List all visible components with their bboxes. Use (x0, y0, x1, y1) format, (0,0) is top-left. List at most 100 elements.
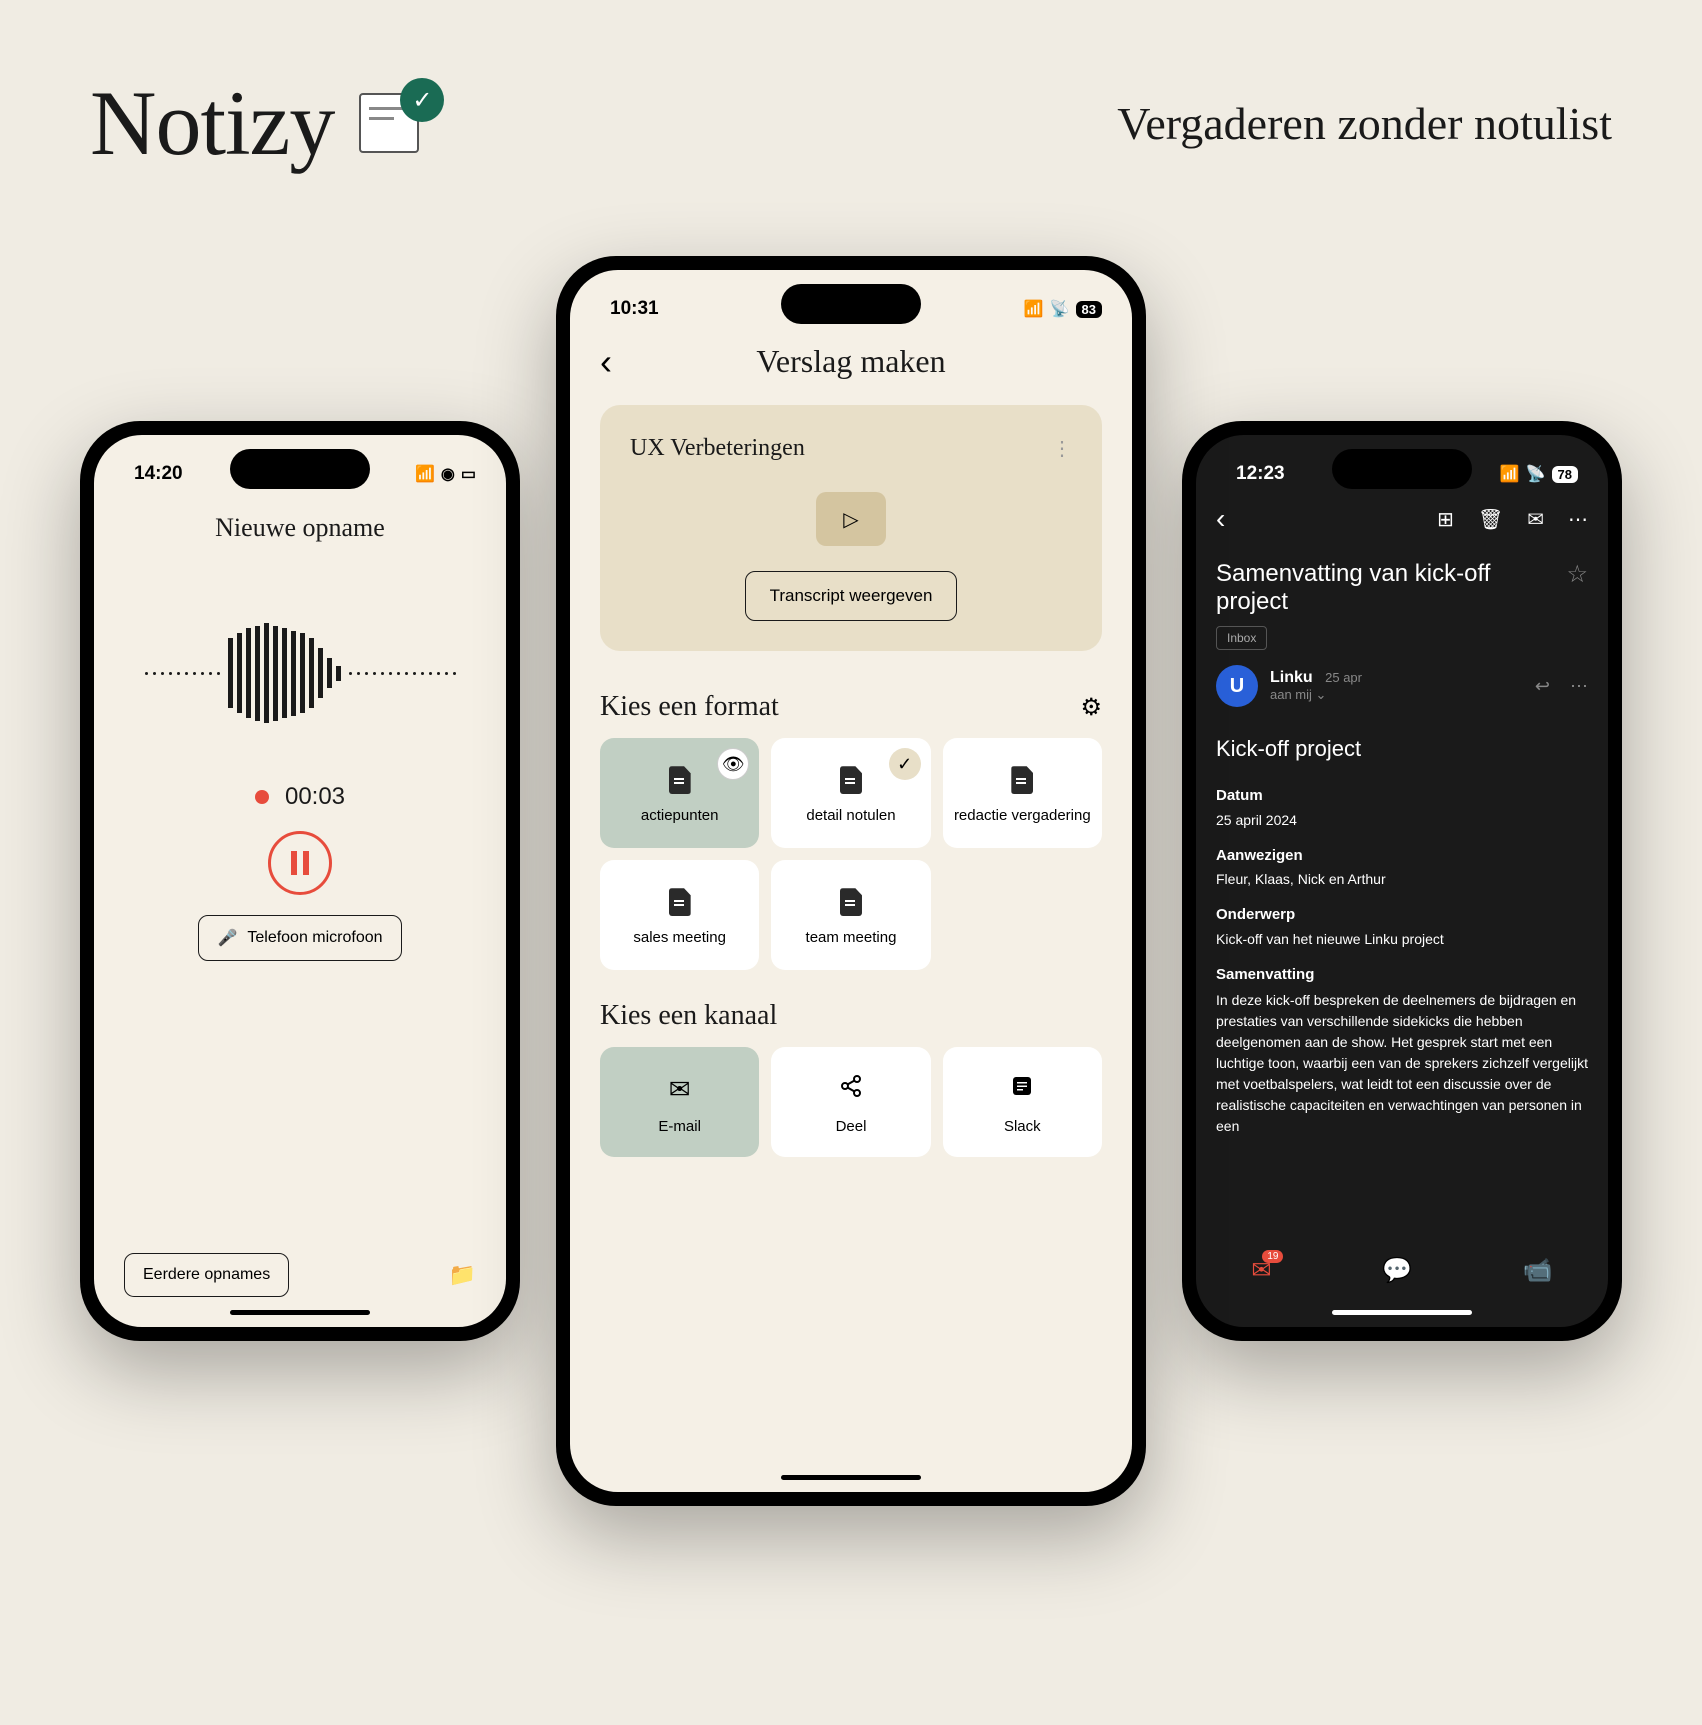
pause-icon (291, 851, 309, 875)
sender-name: Linku (1270, 669, 1313, 686)
summary-label: Samenvatting (1216, 964, 1588, 987)
document-icon (669, 888, 691, 916)
brand-logo-icon: ✓ (354, 78, 444, 168)
status-time: 10:31 (610, 298, 659, 320)
more-icon[interactable]: ⋯ (1568, 507, 1588, 532)
battery-icon: 78 (1552, 466, 1578, 483)
channel-section-title: Kies een kanaal (600, 1000, 777, 1032)
recording-title: UX Verbeteringen (630, 435, 805, 462)
waveform-visualization (94, 563, 506, 763)
play-button[interactable]: ▷ (816, 492, 886, 546)
chevron-down-icon[interactable]: ⌄ (1316, 687, 1327, 702)
slack-icon (1010, 1074, 1034, 1105)
folder-icon[interactable]: 📁 (449, 1262, 476, 1288)
star-icon[interactable]: ☆ (1566, 560, 1588, 589)
more-options-icon[interactable]: ⋮ (1052, 436, 1072, 461)
wifi-icon: ◉ (441, 464, 455, 484)
signal-icon: 📶 (415, 464, 435, 484)
show-transcript-button[interactable]: Transcript weergeven (745, 571, 958, 621)
format-card-detail-notulen[interactable]: ✓ detail notulen (771, 738, 930, 848)
screen-title: Verslag maken (600, 343, 1102, 380)
reply-icon[interactable]: ↩ (1535, 676, 1550, 697)
home-indicator[interactable] (1332, 1310, 1472, 1315)
mic-icon: 🎤 (217, 928, 237, 948)
phone-mockup-email: 12:23 📶 📡 78 ‹ ⊞ 🗑 ✉ ⋯ Samenvatting van … (1182, 421, 1622, 1341)
mic-label: Telefoon microfoon (247, 929, 382, 947)
status-icons: 📶 📡 83 (1024, 299, 1102, 319)
nav-chat-icon[interactable]: 💬 (1382, 1256, 1412, 1285)
home-indicator[interactable] (230, 1310, 370, 1315)
document-icon (1011, 766, 1033, 794)
nav-badge: 19 (1262, 1250, 1283, 1263)
format-label: detail notulen (806, 806, 895, 826)
document-icon (669, 766, 691, 794)
microphone-select-button[interactable]: 🎤 Telefoon microfoon (198, 915, 401, 961)
brand: Notizy ✓ (90, 70, 444, 176)
mail-icon: ✉ (669, 1074, 691, 1105)
format-label: actiepunten (641, 806, 719, 826)
recording-card: UX Verbeteringen ⋮ ▷ Transcript weergeve… (600, 405, 1102, 651)
channel-label: E-mail (658, 1117, 701, 1137)
status-icons: 📶 ◉ ▭ (415, 464, 476, 484)
date-label: Datum (1216, 785, 1588, 808)
channel-label: Deel (836, 1117, 867, 1137)
pause-button[interactable] (268, 831, 332, 895)
format-card-actiepunten[interactable]: 👁 actiepunten (600, 738, 759, 848)
previous-recordings-button[interactable]: Eerdere opnames (124, 1253, 289, 1297)
check-icon: ✓ (889, 748, 921, 780)
channel-label: Slack (1004, 1117, 1041, 1137)
trash-icon[interactable]: 🗑 (1478, 507, 1503, 532)
format-card-sales[interactable]: sales meeting (600, 860, 759, 970)
share-icon (839, 1074, 863, 1105)
home-indicator[interactable] (781, 1475, 921, 1480)
attendees-value: Fleur, Klaas, Nick en Arthur (1216, 869, 1588, 890)
screen-title: Nieuwe opname (94, 493, 506, 563)
sender-to[interactable]: aan mij (1270, 687, 1312, 702)
phone-mockup-recording: 14:20 📶 ◉ ▭ Nieuwe opname (80, 421, 520, 1341)
back-button[interactable]: ‹ (600, 341, 612, 383)
battery-icon: ▭ (461, 464, 476, 484)
brand-name: Notizy (90, 70, 334, 176)
format-section-title: Kies een format (600, 691, 779, 723)
recording-timer: 00:03 (285, 783, 345, 811)
attendees-label: Aanwezigen (1216, 845, 1588, 868)
recording-indicator-icon (255, 790, 269, 804)
channel-card-email[interactable]: ✉ E-mail (600, 1047, 759, 1157)
inbox-badge[interactable]: Inbox (1216, 626, 1267, 650)
archive-icon[interactable]: ⊞ (1437, 507, 1454, 532)
nav-video-icon[interactable]: 📹 (1523, 1256, 1553, 1285)
wifi-icon: 📡 (1526, 464, 1546, 484)
nav-mail-icon[interactable]: ✉ 19 (1251, 1256, 1271, 1285)
sender-date: 25 apr (1325, 670, 1362, 685)
play-icon: ▷ (843, 507, 858, 532)
format-label: redactie vergadering (954, 806, 1091, 826)
format-label: team meeting (806, 928, 897, 948)
status-time: 14:20 (134, 463, 183, 485)
channel-card-slack[interactable]: Slack (943, 1047, 1102, 1157)
document-icon (840, 766, 862, 794)
channel-card-share[interactable]: Deel (771, 1047, 930, 1157)
gear-icon[interactable]: ⚙ (1080, 693, 1102, 722)
signal-icon: 📶 (1024, 299, 1044, 319)
tagline: Vergaderen zonder notulist (1117, 97, 1612, 150)
format-card-redactie[interactable]: redactie vergadering (943, 738, 1102, 848)
topic-value: Kick-off van het nieuwe Linku project (1216, 929, 1588, 950)
status-icons: 📶 📡 78 (1500, 464, 1578, 484)
email-subject: Samenvatting van kick-off project (1216, 560, 1566, 616)
signal-icon: 📶 (1500, 464, 1520, 484)
email-title: Kick-off project (1216, 732, 1588, 765)
topic-label: Onderwerp (1216, 904, 1588, 927)
eye-icon: 👁 (717, 748, 749, 780)
document-icon (840, 888, 862, 916)
more-icon[interactable]: ⋯ (1570, 676, 1588, 697)
battery-icon: 83 (1076, 301, 1102, 318)
check-icon: ✓ (400, 78, 444, 122)
status-time: 12:23 (1236, 463, 1285, 485)
summary-text: In deze kick-off bespreken de deelnemers… (1216, 990, 1588, 1137)
back-icon[interactable]: ‹ (1216, 503, 1225, 535)
format-label: sales meeting (633, 928, 726, 948)
wifi-icon: 📡 (1050, 299, 1070, 319)
mail-icon[interactable]: ✉ (1527, 507, 1544, 532)
format-card-team[interactable]: team meeting (771, 860, 930, 970)
sender-avatar[interactable]: U (1216, 665, 1258, 707)
